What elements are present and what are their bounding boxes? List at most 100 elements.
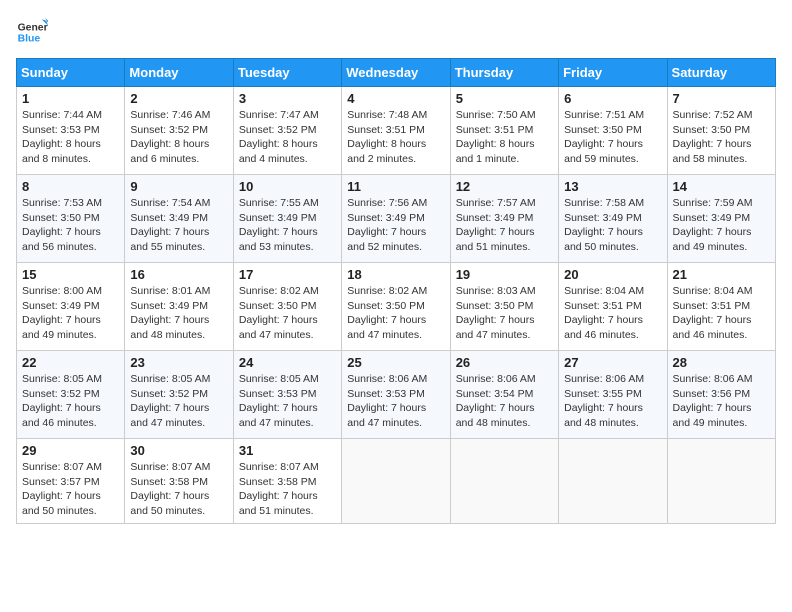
day-number: 30	[130, 443, 227, 458]
calendar-cell: 12 Sunrise: 7:57 AM Sunset: 3:49 PM Dayl…	[450, 175, 558, 263]
day-number: 21	[673, 267, 770, 282]
day-number: 8	[22, 179, 119, 194]
calendar-cell: 14 Sunrise: 7:59 AM Sunset: 3:49 PM Dayl…	[667, 175, 775, 263]
sunrise-label: Sunrise:	[22, 461, 63, 473]
day-number: 10	[239, 179, 336, 194]
day-info: Sunrise: 8:02 AM Sunset: 3:50 PM Dayligh…	[239, 284, 336, 343]
sunrise-label: Sunrise:	[564, 285, 605, 297]
day-info: Sunrise: 8:06 AM Sunset: 3:53 PM Dayligh…	[347, 372, 444, 431]
day-number: 29	[22, 443, 119, 458]
sunset-value: 3:50 PM	[494, 300, 533, 312]
sunrise-value: 7:50 AM	[497, 109, 536, 121]
day-info: Sunrise: 8:06 AM Sunset: 3:55 PM Dayligh…	[564, 372, 661, 431]
sunrise-value: 7:51 AM	[606, 109, 645, 121]
sunrise-label: Sunrise:	[564, 373, 605, 385]
sunrise-label: Sunrise:	[673, 197, 714, 209]
sunrise-value: 8:07 AM	[172, 461, 211, 473]
sunset-value: 3:49 PM	[169, 212, 208, 224]
sunset-value: 3:57 PM	[61, 476, 100, 488]
calendar-body: 1 Sunrise: 7:44 AM Sunset: 3:53 PM Dayli…	[17, 87, 776, 524]
sunrise-value: 8:07 AM	[280, 461, 319, 473]
day-number: 2	[130, 91, 227, 106]
daylight-label: Daylight:	[347, 138, 391, 150]
daylight-label: Daylight:	[564, 226, 608, 238]
day-number: 7	[673, 91, 770, 106]
day-info: Sunrise: 8:07 AM Sunset: 3:58 PM Dayligh…	[239, 460, 336, 519]
sunrise-value: 7:44 AM	[63, 109, 102, 121]
sunset-value: 3:49 PM	[169, 300, 208, 312]
sunset-value: 3:51 PM	[603, 300, 642, 312]
sunrise-value: 7:47 AM	[280, 109, 319, 121]
day-number: 4	[347, 91, 444, 106]
sunrise-label: Sunrise:	[22, 285, 63, 297]
sunset-value: 3:50 PM	[277, 300, 316, 312]
sunset-label: Sunset:	[564, 124, 603, 136]
daylight-label: Daylight:	[22, 138, 66, 150]
day-number: 11	[347, 179, 444, 194]
daylight-label: Daylight:	[564, 138, 608, 150]
calendar-header-row: SundayMondayTuesdayWednesdayThursdayFrid…	[17, 59, 776, 87]
sunset-value: 3:52 PM	[277, 124, 316, 136]
calendar-cell	[667, 439, 775, 524]
day-info: Sunrise: 7:46 AM Sunset: 3:52 PM Dayligh…	[130, 108, 227, 167]
daylight-label: Daylight:	[673, 226, 717, 238]
day-number: 15	[22, 267, 119, 282]
sunset-label: Sunset:	[130, 300, 169, 312]
day-info: Sunrise: 7:59 AM Sunset: 3:49 PM Dayligh…	[673, 196, 770, 255]
sunrise-label: Sunrise:	[456, 109, 497, 121]
sunrise-value: 7:54 AM	[172, 197, 211, 209]
day-number: 17	[239, 267, 336, 282]
daylight-label: Daylight:	[456, 226, 500, 238]
sunset-label: Sunset:	[564, 388, 603, 400]
calendar-cell: 10 Sunrise: 7:55 AM Sunset: 3:49 PM Dayl…	[233, 175, 341, 263]
day-number: 6	[564, 91, 661, 106]
sunrise-label: Sunrise:	[22, 109, 63, 121]
calendar-cell: 23 Sunrise: 8:05 AM Sunset: 3:52 PM Dayl…	[125, 351, 233, 439]
sunrise-label: Sunrise:	[456, 373, 497, 385]
day-number: 16	[130, 267, 227, 282]
sunrise-value: 7:57 AM	[497, 197, 536, 209]
daylight-label: Daylight:	[673, 138, 717, 150]
sunrise-value: 7:55 AM	[280, 197, 319, 209]
calendar-cell: 1 Sunrise: 7:44 AM Sunset: 3:53 PM Dayli…	[17, 87, 125, 175]
sunrise-value: 7:46 AM	[172, 109, 211, 121]
sunrise-value: 8:05 AM	[63, 373, 102, 385]
logo: General Blue	[16, 16, 52, 48]
calendar-cell	[450, 439, 558, 524]
daylight-label: Daylight:	[347, 314, 391, 326]
calendar-table: SundayMondayTuesdayWednesdayThursdayFrid…	[16, 58, 776, 524]
sunrise-value: 8:06 AM	[606, 373, 645, 385]
day-info: Sunrise: 7:47 AM Sunset: 3:52 PM Dayligh…	[239, 108, 336, 167]
sunset-label: Sunset:	[673, 212, 712, 224]
sunset-label: Sunset:	[22, 300, 61, 312]
sunset-value: 3:55 PM	[603, 388, 642, 400]
day-info: Sunrise: 7:53 AM Sunset: 3:50 PM Dayligh…	[22, 196, 119, 255]
day-number: 19	[456, 267, 553, 282]
day-number: 24	[239, 355, 336, 370]
sunrise-value: 8:06 AM	[389, 373, 428, 385]
day-info: Sunrise: 8:07 AM Sunset: 3:57 PM Dayligh…	[22, 460, 119, 519]
sunrise-label: Sunrise:	[347, 197, 388, 209]
day-info: Sunrise: 8:04 AM Sunset: 3:51 PM Dayligh…	[564, 284, 661, 343]
day-number: 12	[456, 179, 553, 194]
daylight-label: Daylight:	[239, 314, 283, 326]
day-info: Sunrise: 7:56 AM Sunset: 3:49 PM Dayligh…	[347, 196, 444, 255]
sunset-value: 3:53 PM	[277, 388, 316, 400]
sunset-value: 3:49 PM	[277, 212, 316, 224]
sunrise-value: 8:03 AM	[497, 285, 536, 297]
sunset-value: 3:51 PM	[386, 124, 425, 136]
daylight-label: Daylight:	[347, 226, 391, 238]
calendar-cell: 22 Sunrise: 8:05 AM Sunset: 3:52 PM Dayl…	[17, 351, 125, 439]
calendar-cell: 26 Sunrise: 8:06 AM Sunset: 3:54 PM Dayl…	[450, 351, 558, 439]
day-info: Sunrise: 8:03 AM Sunset: 3:50 PM Dayligh…	[456, 284, 553, 343]
calendar-cell: 16 Sunrise: 8:01 AM Sunset: 3:49 PM Dayl…	[125, 263, 233, 351]
calendar-cell: 30 Sunrise: 8:07 AM Sunset: 3:58 PM Dayl…	[125, 439, 233, 524]
daylight-label: Daylight:	[456, 138, 500, 150]
sunset-label: Sunset:	[239, 300, 278, 312]
sunset-value: 3:49 PM	[711, 212, 750, 224]
calendar-cell: 7 Sunrise: 7:52 AM Sunset: 3:50 PM Dayli…	[667, 87, 775, 175]
day-number: 18	[347, 267, 444, 282]
day-number: 20	[564, 267, 661, 282]
sunset-label: Sunset:	[130, 124, 169, 136]
sunrise-label: Sunrise:	[456, 197, 497, 209]
